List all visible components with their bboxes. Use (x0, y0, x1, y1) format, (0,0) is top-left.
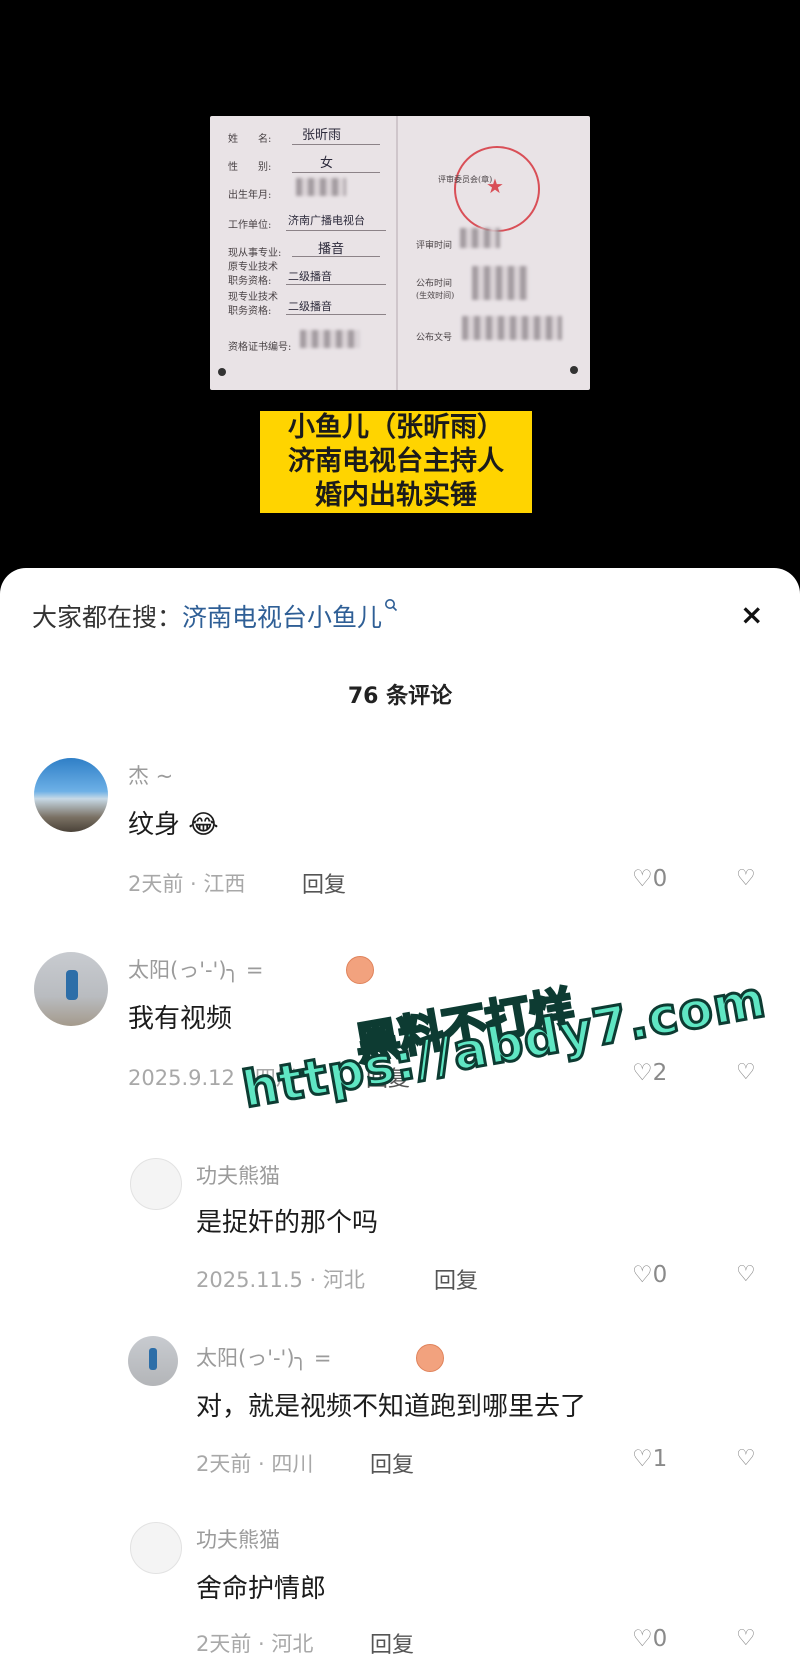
cert-field-birth: 出生年月: (228, 190, 272, 201)
cert-field-orig-tech: 原专业技术 (228, 262, 278, 273)
like-button[interactable]: ♡0 (632, 1262, 667, 1288)
official-seal: ★ (454, 146, 540, 232)
cert-field-gender: 性 别: (228, 162, 272, 173)
heart-icon: ♡ (632, 1446, 653, 1472)
reply-button[interactable]: 回复 (370, 1447, 414, 1479)
comment-text: 纹身 😂 (128, 804, 219, 841)
dislike-broken-heart-icon[interactable]: ♡ (736, 1626, 756, 1651)
dislike-broken-heart-icon[interactable]: ♡ (736, 1446, 756, 1471)
cert-field-profession: 现从事专业: (228, 248, 282, 259)
comment-text: 我有视频 (128, 1004, 233, 1034)
comment-meta: 2天前 · 江西 (128, 872, 246, 896)
cert-right-review-time: 评审时间 (416, 241, 453, 251)
dislike-broken-heart-icon[interactable]: ♡ (736, 1060, 756, 1085)
dislike-broken-heart-icon[interactable]: ♡ (736, 866, 756, 891)
cert-value-name: 张昕雨 (302, 128, 342, 143)
cert-field-name: 姓 名: (228, 134, 272, 145)
like-count: 2 (652, 1060, 668, 1086)
laughing-crying-emoji: 😂 (188, 810, 219, 840)
certificate-image: 姓 名: 性 别: 出生年月: 工作单位: 现从事专业: 原专业技术 职务资格:… (210, 116, 590, 390)
cert-value-orig-title: 二级播音 (288, 270, 332, 283)
caption-line-3: 婚内出轨实锤 (315, 480, 477, 511)
comment-author[interactable]: 杰 ~ (128, 760, 173, 790)
avatar[interactable] (34, 758, 108, 832)
reply-button[interactable]: 回复 (434, 1263, 478, 1295)
caption-line-2: 济南电视台主持人 (288, 446, 504, 477)
cert-right-doc-no: 公布文号 (416, 333, 453, 343)
heart-icon: ♡ (632, 1262, 653, 1288)
trending-search[interactable]: 大家都在搜：济南电视台小鱼儿 (32, 598, 398, 634)
like-count: 0 (652, 866, 668, 892)
certificate-spine (396, 116, 398, 390)
video-caption: 小鱼儿（张昕雨） 济南电视台主持人 婚内出轨实锤 (260, 411, 532, 513)
dislike-broken-heart-icon[interactable]: ♡ (736, 1262, 756, 1287)
comment-author[interactable]: 功夫熊猫 (196, 1524, 280, 1554)
heart-icon: ♡ (632, 866, 653, 892)
like-button[interactable]: ♡0 (632, 1626, 667, 1652)
caption-line-1: 小鱼儿（张昕雨） (288, 412, 504, 443)
cert-right-effective-time: (生效时间) (416, 291, 455, 300)
video-frame[interactable]: 姓 名: 性 别: 出生年月: 工作单位: 现从事专业: 原专业技术 职务资格:… (0, 0, 800, 580)
cert-field-employer: 工作单位: (228, 220, 272, 231)
avatar[interactable] (34, 952, 108, 1026)
reply-button[interactable]: 回复 (302, 867, 346, 899)
cert-value-employer: 济南广播电视台 (288, 214, 365, 227)
basketball-badge-icon (416, 1344, 444, 1372)
cert-field-cur-title: 职务资格: (228, 306, 272, 317)
avatar[interactable] (128, 1336, 178, 1386)
search-keyword-link[interactable]: 济南电视台小鱼儿 (182, 603, 382, 632)
comment-count: 76 条评论 (347, 684, 453, 709)
like-button[interactable]: ♡2 (632, 1060, 667, 1086)
reply-button[interactable]: 回复 (370, 1627, 414, 1659)
like-count: 1 (652, 1446, 668, 1472)
comment-sheet: 大家都在搜：济南电视台小鱼儿 × 76 条评论 杰 ~ 纹身 😂 2天前 · 江… (0, 568, 800, 1662)
cert-right-committee: 评审委员会(章) (438, 175, 493, 184)
comment-author[interactable]: 太阳(っ'-')╮ = (196, 1342, 331, 1372)
cert-field-cur-tech: 现专业技术 (228, 292, 278, 303)
search-icon[interactable] (384, 598, 398, 614)
comment-author[interactable]: 功夫熊猫 (196, 1160, 280, 1190)
avatar[interactable] (130, 1158, 182, 1210)
comment-author[interactable]: 太阳(っ'-')╮ = (128, 954, 263, 984)
cert-field-orig-title: 职务资格: (228, 276, 272, 287)
cert-right-publish-time: 公布时间 (416, 279, 453, 289)
avatar[interactable] (130, 1522, 182, 1574)
heart-icon: ♡ (632, 1060, 653, 1086)
like-button[interactable]: ♡1 (632, 1446, 667, 1472)
comment-meta: 2025.11.5 · 河北 (196, 1268, 365, 1292)
comment-text: 舍命护情郎 (196, 1574, 327, 1604)
comment-text: 是捉奸的那个吗 (196, 1208, 379, 1238)
basketball-badge-icon (346, 956, 374, 984)
comment-meta: 2天前 · 四川 (196, 1452, 314, 1476)
comment-meta: 2天前 · 河北 (196, 1632, 314, 1656)
close-button[interactable]: × (740, 598, 763, 631)
comment-text: 对，就是视频不知道跑到哪里去了 (196, 1392, 587, 1422)
search-prefix: 大家都在搜： (32, 603, 183, 632)
heart-icon: ♡ (632, 1626, 653, 1652)
like-count: 0 (652, 1626, 668, 1652)
cert-field-cert-no: 资格证书编号: (228, 342, 292, 353)
comment-text-body: 纹身 (128, 810, 181, 840)
cert-value-profession: 播音 (318, 242, 345, 257)
cert-value-gender: 女 (320, 156, 334, 171)
cert-value-cur-title: 二级播音 (288, 300, 332, 313)
like-button[interactable]: ♡0 (632, 866, 667, 892)
like-count: 0 (652, 1262, 668, 1288)
